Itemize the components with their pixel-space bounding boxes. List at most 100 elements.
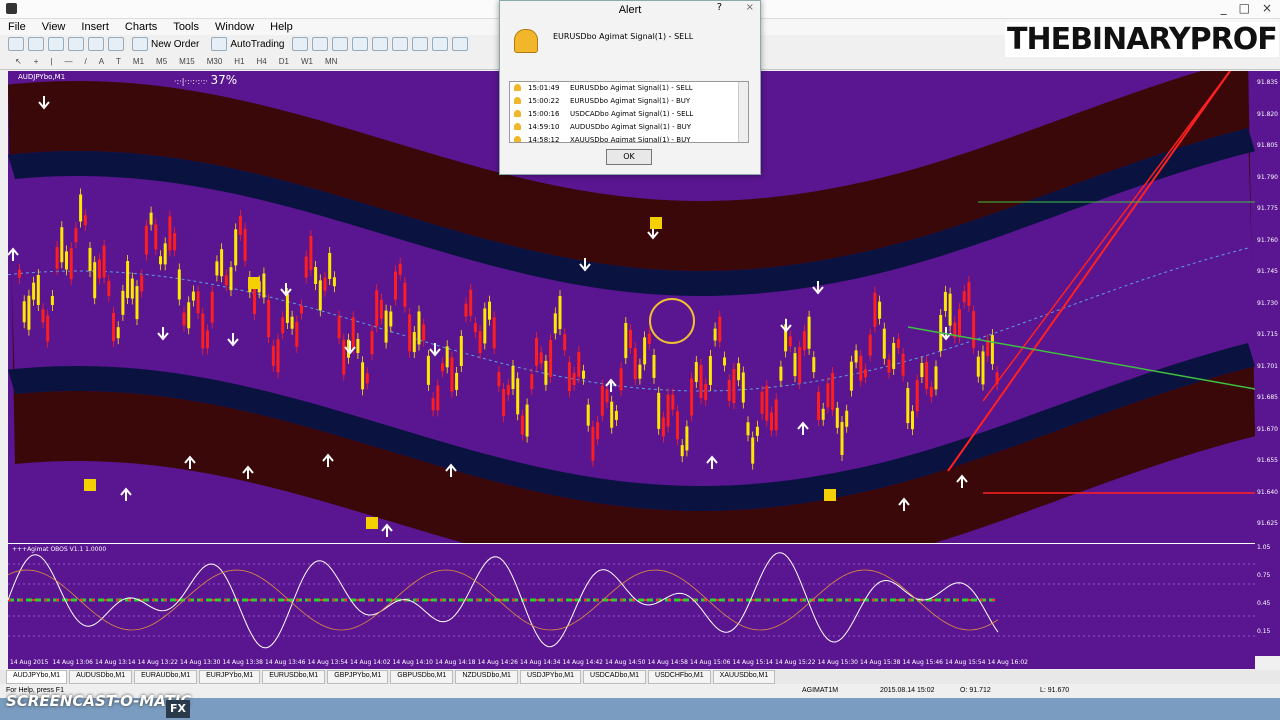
navigator-icon[interactable]: [88, 37, 104, 51]
status-low: L: 91.670: [1040, 687, 1070, 694]
candle-body: [553, 313, 557, 334]
candle-body: [206, 330, 209, 349]
candle-body: [300, 305, 303, 314]
label-tool-icon[interactable]: T: [113, 57, 124, 66]
minimize-button[interactable]: _: [1221, 1, 1227, 15]
alert-row[interactable]: 14:58:12 XAUUSDbo Agimat Signal(1) - BUY: [510, 134, 748, 142]
alert-close-button[interactable]: ×: [746, 2, 754, 13]
candle-body: [506, 384, 510, 395]
chart-tab[interactable]: AUDUSDbo,M1: [69, 670, 133, 684]
timeframe-w1[interactable]: W1: [298, 57, 316, 66]
menu-window[interactable]: Window: [207, 21, 262, 33]
timeframe-m1[interactable]: M1: [130, 57, 147, 66]
status-bar: For Help, press F1 AGIMAT1M 2015.08.14 1…: [0, 685, 1280, 698]
bar-chart-icon[interactable]: [292, 37, 309, 51]
candle-body: [271, 345, 275, 366]
buy-arrow: [381, 523, 393, 537]
timeframe-d1[interactable]: D1: [276, 57, 292, 66]
candle-body: [638, 364, 642, 379]
timeframe-h1[interactable]: H1: [231, 57, 247, 66]
chart-tab[interactable]: XAUUSDbo,M1: [712, 670, 776, 684]
menu-help[interactable]: Help: [262, 21, 301, 33]
data-window-icon[interactable]: [68, 37, 84, 51]
tile-windows-icon[interactable]: [392, 37, 409, 51]
line-chart-icon[interactable]: [332, 37, 349, 51]
profiles-icon[interactable]: [28, 37, 44, 51]
chart-tab[interactable]: AUDJPYbo,M1: [6, 670, 68, 684]
chart-tab[interactable]: NZDUSDbo,M1: [455, 670, 518, 684]
timeframe-m30[interactable]: M30: [204, 57, 226, 66]
crosshair-icon[interactable]: +: [31, 57, 42, 66]
timeframe-m15[interactable]: M15: [176, 57, 198, 66]
alert-row[interactable]: 15:00:22 EURUSDbo Agimat Signal(1) - BUY: [510, 95, 748, 108]
new-chart-icon[interactable]: [8, 37, 24, 51]
timeframe-mn[interactable]: MN: [322, 57, 340, 66]
candle-body: [671, 394, 675, 410]
chart-tab[interactable]: GBPUSDbo,M1: [390, 670, 454, 684]
candle-body: [375, 290, 379, 327]
alert-time: 15:01:49: [528, 84, 560, 92]
maximize-button[interactable]: □: [1239, 1, 1250, 15]
candle-body: [882, 328, 886, 359]
chart-tab[interactable]: EURAUDbo,M1: [134, 670, 198, 684]
candle-body: [652, 354, 656, 378]
chart-tab[interactable]: EURJPYbo,M1: [199, 670, 261, 684]
candlestick-icon[interactable]: [312, 37, 329, 51]
timeframe-h4[interactable]: H4: [254, 57, 270, 66]
candle-body: [74, 228, 78, 243]
trendline-icon[interactable]: /: [81, 57, 89, 66]
menu-charts[interactable]: Charts: [117, 21, 165, 33]
chart-tab[interactable]: USDCHFbo,M1: [648, 670, 711, 684]
timeframe-m5[interactable]: M5: [153, 57, 170, 66]
chart-shift-icon[interactable]: [412, 37, 429, 51]
alert-message: EURUSDbo Agimat Signal(1) - SELL: [553, 32, 694, 41]
candle-body: [727, 379, 731, 401]
text-tool-icon[interactable]: A: [96, 57, 107, 66]
candle-body: [394, 271, 397, 300]
candle-body: [976, 356, 980, 377]
chart-tab[interactable]: EURUSDbo,M1: [262, 670, 326, 684]
menu-file[interactable]: File: [0, 21, 34, 33]
candle-body: [41, 309, 45, 323]
candle-body: [779, 366, 783, 381]
fx-taskbar-icon[interactable]: FX: [166, 700, 190, 718]
autotrading-button[interactable]: AutoTrading: [207, 37, 288, 51]
candle-body: [619, 368, 623, 391]
candle-body: [431, 398, 435, 411]
alert-text: EURUSDbo Agimat Signal(1) - SELL: [570, 84, 693, 92]
chart-tab[interactable]: USDCADbo,M1: [583, 670, 647, 684]
candle-body: [356, 338, 360, 353]
oscillator-pane[interactable]: +++Agimat OBOS V1.1 1.0000: [8, 543, 1255, 657]
candle-body: [732, 368, 736, 403]
chart-tab[interactable]: GBPJPYbo,M1: [327, 670, 389, 684]
bell-icon: [514, 136, 521, 142]
alert-row[interactable]: 15:01:49 EURUSDbo Agimat Signal(1) - SELL: [510, 82, 748, 95]
indicators-icon[interactable]: [452, 37, 469, 51]
help-button[interactable]: ?: [717, 2, 722, 13]
signal-marker: [248, 277, 260, 289]
candle-body: [661, 417, 665, 437]
progress-readout: ·:·|·:·:·:·:· 37%: [174, 73, 238, 87]
candle-body: [116, 327, 120, 339]
menu-view[interactable]: View: [34, 21, 74, 33]
vertical-line-icon[interactable]: |: [47, 57, 55, 66]
close-button[interactable]: ×: [1262, 1, 1272, 15]
alert-history-list[interactable]: 15:01:49 EURUSDbo Agimat Signal(1) - SELL…: [509, 81, 749, 143]
candle-body: [666, 394, 670, 427]
zoom-out-icon[interactable]: [372, 37, 389, 51]
terminal-icon[interactable]: [108, 37, 124, 51]
new-order-button[interactable]: New Order: [128, 37, 203, 51]
zoom-in-icon[interactable]: [352, 37, 369, 51]
cursor-icon[interactable]: ↖: [12, 57, 25, 66]
price-level-label: 91.625: [1257, 520, 1278, 527]
alert-row[interactable]: 15:00:16 USDCADbo Agimat Signal(1) - SELL: [510, 108, 748, 121]
alert-text: EURUSDbo Agimat Signal(1) - BUY: [570, 97, 691, 105]
autoscroll-icon[interactable]: [432, 37, 449, 51]
menu-insert[interactable]: Insert: [73, 21, 117, 33]
market-watch-icon[interactable]: [48, 37, 64, 51]
horizontal-line-icon[interactable]: —: [61, 57, 75, 66]
chart-tab[interactable]: USDJPYbo,M1: [519, 670, 582, 684]
menu-tools[interactable]: Tools: [165, 21, 207, 33]
ok-button[interactable]: OK: [606, 149, 652, 165]
alert-row[interactable]: 14:59:10 AUDUSDbo Agimat Signal(1) - BUY: [510, 121, 748, 134]
